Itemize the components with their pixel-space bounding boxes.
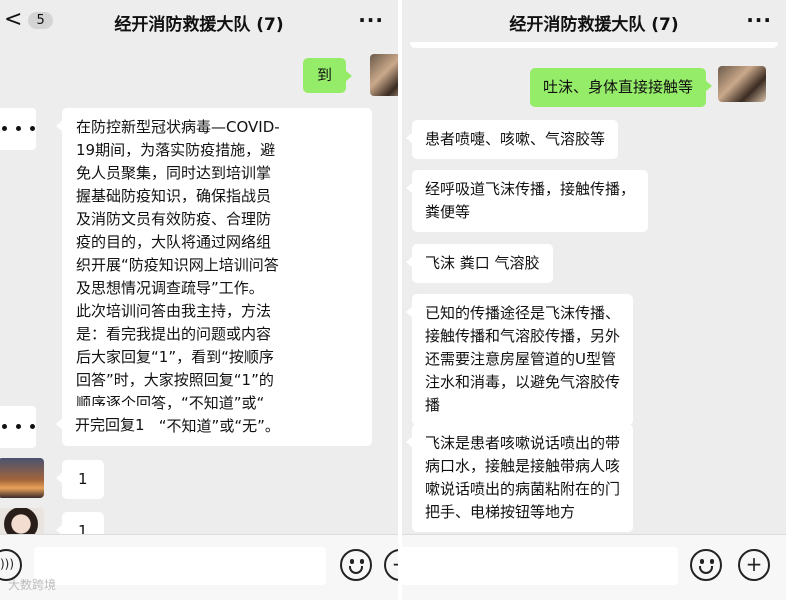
notice-line: 疫的目的，大队将通过网络组 (76, 233, 272, 251)
right-chat-header: 经开消防救援大队 (7) ··· (402, 0, 786, 42)
message-line: 播 (425, 396, 441, 414)
received-message-bubble[interactable]: 飞沫 粪口 气溶胶 (406, 244, 553, 283)
message-line: 已知的传播途径是飞沫传播、 (425, 304, 621, 322)
message-input[interactable] (402, 547, 678, 585)
member-avatar[interactable] (0, 508, 44, 534)
chat-title: 经开消防救援大队 (7) (509, 15, 679, 35)
notice-line: 是：看完我提出的问题或内容 (76, 325, 272, 343)
notice-line: 及消防文员有效防疫、合理防 (76, 210, 272, 228)
received-message-bubble[interactable]: 经呼吸道飞沫传播，接触传播， 粪便等 (405, 170, 649, 232)
sent-message-bubble[interactable]: 吐沫、身体直接接触等 (529, 68, 713, 107)
received-message-bubble[interactable]: 飞沫是患者咳嗽说话喷出的带 病口水，接触是接触带病人咳 嗽说话喷出的病菌粘附在的… (405, 424, 634, 532)
notice-line: 握基础防疫知识，确保指战员 (76, 187, 272, 205)
notice-line: 免人员聚集，同时达到培训掌 (76, 164, 272, 182)
received-message-bubble[interactable]: 已知的传播途径是飞沫传播、 接触传播和气溶胶传播，另外 还需要注意房屋管道的U型… (405, 294, 634, 425)
sent-message-bubble[interactable]: 到 (302, 58, 353, 93)
add-icon[interactable]: + (738, 549, 770, 581)
message-line: 经呼吸道飞沫传播，接触传播， (425, 180, 636, 198)
message-text: 1 (78, 470, 88, 488)
message-text: 到 (316, 66, 332, 84)
message-line: 飞沫是患者咳嗽说话喷出的带 (425, 434, 621, 452)
message-text: 开完回复1 (75, 416, 145, 434)
emoji-icon[interactable] (340, 549, 372, 581)
notice-line: 织开展“防疫知识网上培训问答 (76, 256, 279, 274)
message-text: 飞沫 粪口 气溶胶 (425, 254, 540, 272)
chat-title: 经开消防救援大队 (7) (114, 15, 284, 35)
more-options-icon[interactable]: ··· (358, 8, 384, 32)
message-text: 患者喷嚏、咳嗽、气溶胶等 (425, 130, 606, 148)
message-text: 吐沫、身体直接接触等 (542, 78, 693, 96)
message-line: 病口水，接触是接触带病人咳 (425, 457, 621, 475)
sender-avatar[interactable] (0, 108, 36, 150)
received-message-bubble[interactable]: 1 (56, 460, 104, 499)
add-icon[interactable]: + (384, 549, 398, 581)
message-line: 把手、电梯按钮等地方 (425, 503, 576, 521)
notice-line: 在防控新型冠状病毒—COVID- (76, 118, 280, 136)
right-input-bar: + (402, 534, 786, 600)
notice-line: 及思想情况调查疏导”工作。 (76, 279, 264, 297)
my-avatar[interactable] (718, 66, 766, 102)
left-input-bar: ))) + (0, 534, 398, 600)
more-options-icon[interactable]: ··· (746, 8, 772, 32)
left-chat-panel: < 5 经开消防救援大队 (7) ··· 到 在防控新型冠状病毒—COVID- … (0, 0, 398, 600)
left-chat-header: < 5 经开消防救援大队 (7) ··· (0, 0, 398, 42)
message-line: 注水和消毒，以避免气溶胶传 (425, 373, 621, 391)
received-message-bubble[interactable]: 开完回复1 (56, 406, 158, 445)
notice-line: 回答”时，大家按照回复“1”的 (76, 371, 274, 389)
my-avatar[interactable] (370, 54, 398, 96)
message-line: 嗽说话喷出的病菌粘附在的门 (425, 480, 621, 498)
sender-avatar[interactable] (0, 406, 36, 448)
notice-line: 此次培训问答由我主持，方法 (76, 302, 272, 320)
member-avatar[interactable] (0, 458, 44, 498)
watermark-text: 大数跨境 (8, 578, 57, 592)
message-input[interactable] (34, 547, 326, 585)
emoji-icon[interactable] (690, 549, 722, 581)
right-message-list[interactable]: 吐沫、身体直接接触等 患者喷嚏、咳嗽、气溶胶等 经呼吸道飞沫传播，接触传播， 粪… (402, 42, 786, 534)
received-message-bubble[interactable]: 患者喷嚏、咳嗽、气溶胶等 (405, 120, 619, 159)
received-message-bubble[interactable]: 1 (56, 512, 104, 534)
message-line: 接触传播和气溶胶传播，另外 (425, 327, 621, 345)
notice-line: 19期间，为落实防疫措施，避 (76, 141, 276, 159)
message-text: 1 (78, 522, 88, 534)
right-chat-panel: 经开消防救援大队 (7) ··· 吐沫、身体直接接触等 患者喷嚏、咳嗽、气溶胶等… (402, 0, 786, 600)
left-message-list[interactable]: 到 在防控新型冠状病毒—COVID- 19期间，为落实防疫措施，避 免人员聚集，… (0, 42, 398, 534)
cropped-message-bubble (410, 42, 778, 48)
message-line: 还需要注意房屋管道的U型管 (425, 350, 616, 368)
notice-message-bubble[interactable]: 在防控新型冠状病毒—COVID- 19期间，为落实防疫措施，避 免人员聚集，同时… (56, 108, 372, 446)
notice-line: 后大家回复“1”，看到“按顺序 (76, 348, 274, 366)
message-line: 粪便等 (425, 203, 471, 221)
page-margin (786, 0, 800, 600)
